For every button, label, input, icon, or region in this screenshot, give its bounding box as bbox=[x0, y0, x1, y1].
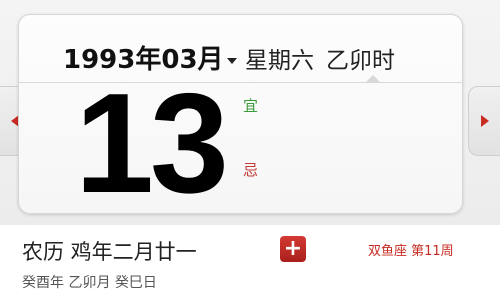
add-event-button[interactable]: + bbox=[280, 236, 306, 262]
weekday-hour-line: 星期六 乙卯时 bbox=[245, 41, 395, 75]
next-day-button[interactable] bbox=[468, 86, 500, 156]
chevron-down-icon bbox=[226, 57, 237, 64]
arrow-right-icon bbox=[481, 115, 489, 127]
lunar-date: 农历 鸡年二月廿一 bbox=[22, 240, 197, 264]
pointer-notch bbox=[365, 75, 381, 83]
yi-label[interactable]: 宜 bbox=[243, 95, 258, 116]
weekday-label: 星期六 bbox=[245, 48, 314, 74]
day-number: 13 bbox=[75, 64, 229, 223]
ganzhi-date: 癸酉年 乙卯月 癸巳日 bbox=[22, 275, 157, 291]
day-card: 1993年03月 星期六 乙卯时 13 宜 忌 bbox=[18, 14, 463, 223]
hour-ganzhi-label: 乙卯时 bbox=[326, 48, 395, 74]
calendar-stage: 1993年03月 星期六 乙卯时 13 宜 忌 bbox=[0, 0, 500, 225]
ji-label[interactable]: 忌 bbox=[243, 159, 258, 180]
constellation-week: 双鱼座 第11周 bbox=[368, 244, 454, 259]
